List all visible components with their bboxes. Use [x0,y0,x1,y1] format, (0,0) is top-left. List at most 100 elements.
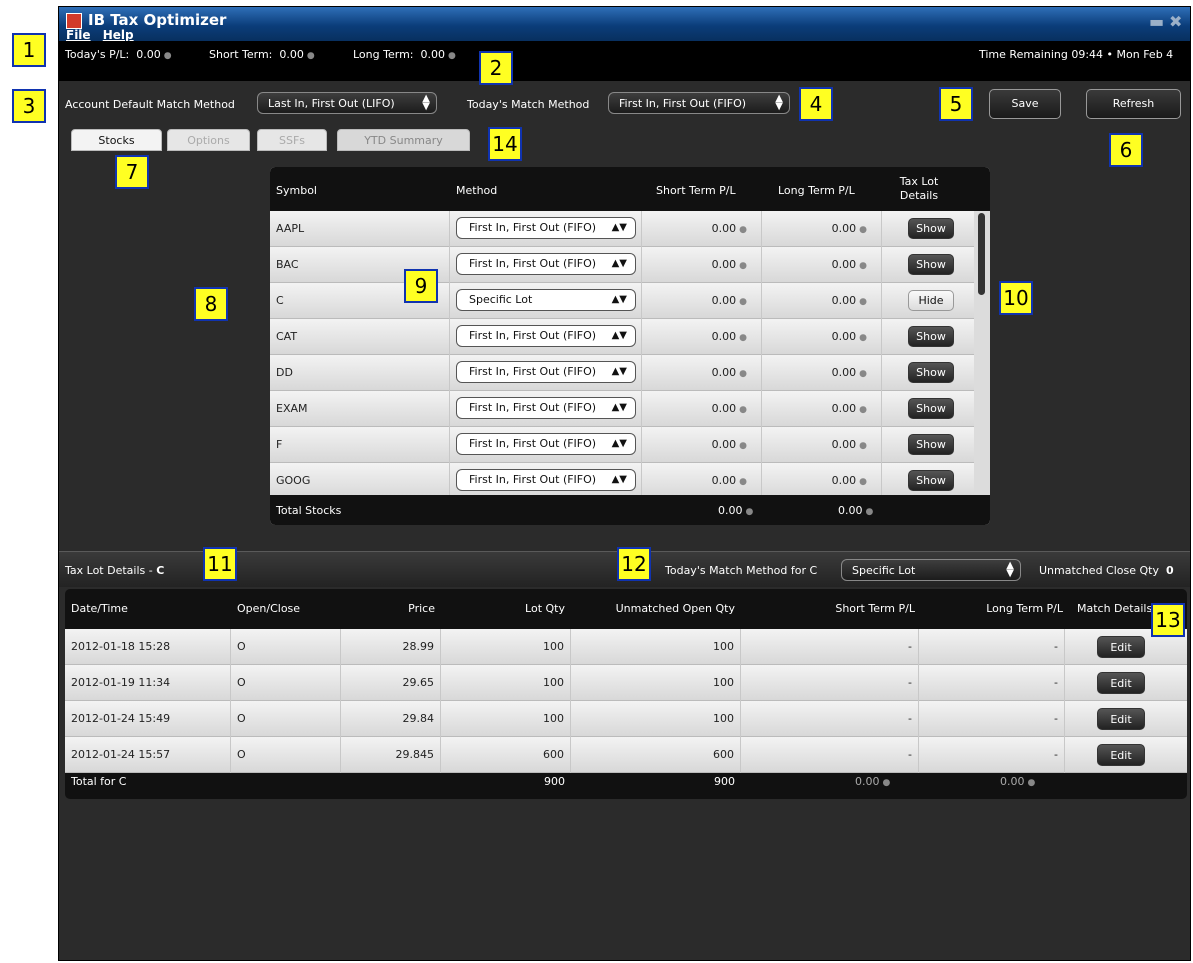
edit-button[interactable]: Edit [1097,636,1145,658]
short-term: Short Term: 0.00 ● [209,48,315,61]
stock-method-select[interactable]: First In, First Out (FIFO) ▲▼ [456,325,636,347]
todays-pl-label: Today's P/L: [65,48,130,61]
tab-stocks[interactable]: Stocks [71,129,162,151]
status-dot-icon: ● [739,261,747,271]
stock-long-pl: 0.00 ● [762,463,882,499]
lot-total-label: Total for C [71,775,127,788]
scrollbar-thumb[interactable] [978,213,985,295]
updown-arrow-icon: ▲▼ [422,93,430,112]
stock-method-select[interactable]: First In, First Out (FIFO) ▲▼ [456,253,636,275]
callout-5: 5 [939,87,973,121]
tax-lot-toggle-button[interactable]: Show [908,362,954,383]
status-dot-icon: ● [447,51,456,61]
stock-method-select[interactable]: Specific Lot ▲▼ [456,289,636,311]
stock-row[interactable]: CAT First In, First Out (FIFO) ▲▼ 0.00 ● 0.00… [270,319,974,355]
refresh-button[interactable]: Refresh [1086,89,1181,119]
total-label: Total Stocks [276,504,342,517]
tax-lot-toggle-button[interactable]: Hide [908,290,954,311]
tax-lot-row[interactable]: 2012-01-24 15:49 O 29.84 100 100- - Edit [65,701,1187,737]
lot-date: 2012-01-18 15:28 [65,629,231,665]
stocks-table: Symbol Method Short Term P/L Long Term P… [270,167,990,525]
tax-lot-toggle-button[interactable]: Show [908,398,954,419]
todays-pl: Today's P/L: 0.00 ● [65,48,172,61]
stock-long-pl: 0.00 ● [762,283,882,319]
todays-method-select[interactable]: First In, First Out (FIFO) ▲ ▼ [608,92,790,114]
stock-row[interactable]: DD First In, First Out (FIFO) ▲▼ 0.00 ● 0.00 ●… [270,355,974,391]
stock-short-pl: 0.00 ● [642,247,762,283]
tax-lot-title-text: Tax Lot Details - [65,564,157,577]
stock-short-pl: 0.00 ● [642,319,762,355]
stock-method-value: First In, First Out (FIFO) [469,401,597,414]
edit-button[interactable]: Edit [1097,672,1145,694]
status-dot-icon: ● [739,405,747,415]
lot-price: 29.65 [341,665,441,701]
tab-ytd-summary[interactable]: YTD Summary [337,129,470,151]
menu-file[interactable]: File [66,28,91,42]
tax-lot-toggle-button[interactable]: Show [908,470,954,491]
stock-short-pl: 0.00 ● [642,427,762,463]
vertical-scrollbar[interactable] [974,211,990,495]
stock-row[interactable]: F First In, First Out (FIFO) ▲▼ 0.00 ● 0.00 ● S… [270,427,974,463]
lot-short-pl: - [741,737,919,773]
account-default-select[interactable]: Last In, First Out (LIFO) ▲ ▼ [257,92,437,114]
app-logo-icon [66,13,82,29]
close-icon[interactable]: ✖ [1169,12,1182,31]
stock-method-select[interactable]: First In, First Out (FIFO) ▲▼ [456,397,636,419]
lot-price: 29.845 [341,737,441,773]
col-price: Price [408,602,435,615]
callout-6: 6 [1109,133,1143,167]
lot-total-long: 0.00 ● [1000,775,1036,788]
tax-lot-toggle-button[interactable]: Show [908,434,954,455]
stock-row[interactable]: BAC First In, First Out (FIFO) ▲▼ 0.00 ● 0.00… [270,247,974,283]
status-dot-icon: ● [1027,778,1036,788]
tax-lot-row[interactable]: 2012-01-19 11:34 O 29.65 100 100- - Edit [65,665,1187,701]
tax-lot-toggle-button[interactable]: Show [908,254,954,275]
lot-long-pl: - [919,701,1065,737]
col-tax-lot-details: Tax Lot Details [899,175,939,202]
updown-arrow-icon: ▲▼ [611,222,627,233]
stock-method-value: First In, First Out (FIFO) [469,329,597,342]
callout-8: 8 [194,287,228,321]
stock-long-pl: 0.00 ● [762,211,882,247]
tax-lot-row[interactable]: 2012-01-18 15:28 O 28.99 100 100- - Edit [65,629,1187,665]
status-dot-icon: ● [859,405,867,415]
stock-row[interactable]: C Specific Lot ▲▼ 0.00 ● 0.00 ● Hide [270,283,974,319]
stock-method-select[interactable]: First In, First Out (FIFO) ▲▼ [456,217,636,239]
lot-qty: 600 [441,737,571,773]
callout-13: 13 [1151,603,1185,637]
menu-help[interactable]: Help [103,28,134,42]
lot-long-pl: - [919,665,1065,701]
stock-short-pl: 0.00 ● [642,283,762,319]
stock-row[interactable]: GOOG First In, First Out (FIFO) ▲▼ 0.00 ● 0.0… [270,463,974,499]
lot-date: 2012-01-19 11:34 [65,665,231,701]
stock-row[interactable]: AAPL First In, First Out (FIFO) ▲▼ 0.00 ● 0.0… [270,211,974,247]
minimize-icon[interactable]: ▬ [1149,12,1164,31]
status-dot-icon: ● [859,261,867,271]
status-dot-icon: ● [739,369,747,379]
tax-lot-method-select[interactable]: Specific Lot ▲ ▼ [841,559,1021,581]
stock-short-pl: 0.00 ● [642,463,762,499]
stock-row[interactable]: EXAM First In, First Out (FIFO) ▲▼ 0.00 ● 0.0… [270,391,974,427]
stock-short-pl: 0.00 ● [642,391,762,427]
tax-lot-method-value: Specific Lot [852,564,916,577]
tax-lot-toggle-button[interactable]: Show [908,326,954,347]
unmatched-close-value: 0 [1166,564,1174,577]
updown-arrow-icon: ▲▼ [611,438,627,449]
edit-button[interactable]: Edit [1097,708,1145,730]
tab-ssfs[interactable]: SSFs [257,129,327,151]
lot-long-pl: - [919,629,1065,665]
lot-long-pl: - [919,737,1065,773]
tab-options[interactable]: Options [167,129,250,151]
save-button[interactable]: Save [989,89,1061,119]
stock-method-select[interactable]: First In, First Out (FIFO) ▲▼ [456,433,636,455]
edit-button[interactable]: Edit [1097,744,1145,766]
tax-lot-symbol: C [156,564,165,577]
col-symbol: Symbol [276,184,317,197]
status-dot-icon: ● [739,297,747,307]
stock-method-select[interactable]: First In, First Out (FIFO) ▲▼ [456,469,636,491]
stock-method-select[interactable]: First In, First Out (FIFO) ▲▼ [456,361,636,383]
lot-short-pl: - [741,665,919,701]
unmatched-close-qty: Unmatched Close Qty 0 [1039,564,1174,577]
tax-lot-row[interactable]: 2012-01-24 15:57 O 29.845 600 600- - Edit [65,737,1187,773]
tax-lot-toggle-button[interactable]: Show [908,218,954,239]
